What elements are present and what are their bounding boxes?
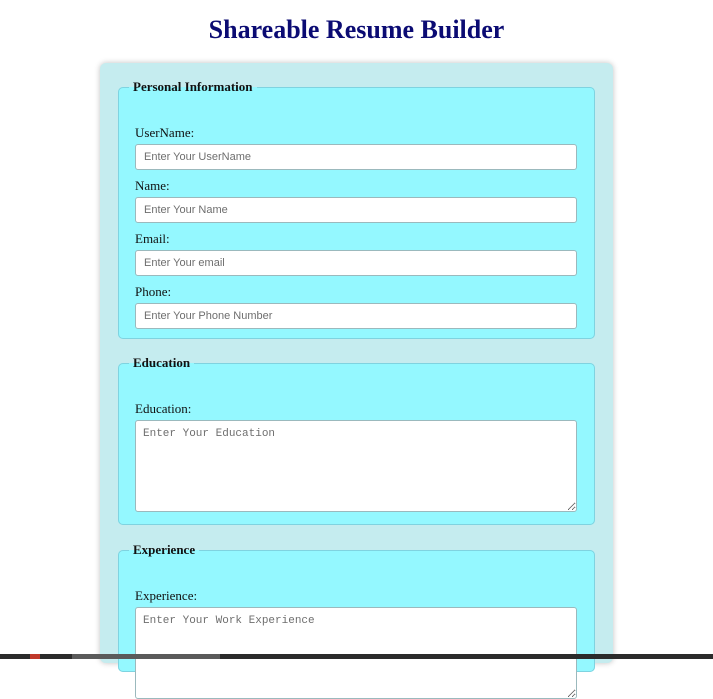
phone-label: Phone: [135,284,172,299]
experience-textarea[interactable] [135,607,577,699]
education-legend: Education [133,355,191,370]
taskbar-start-marker [30,654,40,659]
personal-information-legend: Personal Information [133,79,253,94]
education-textarea[interactable] [135,420,577,512]
email-input[interactable] [135,250,577,276]
experience-section: Experience Experience: [118,542,595,699]
experience-label: Experience: [135,588,198,603]
username-label: UserName: [135,125,195,140]
resume-form-card: Personal Information UserName: Name: Ema… [100,63,613,699]
taskbar [0,654,713,659]
experience-legend: Experience [133,542,196,557]
education-section: Education Education: [118,355,595,525]
phone-input[interactable] [135,303,577,329]
username-input[interactable] [135,144,577,170]
personal-information-section: Personal Information UserName: Name: Ema… [118,79,595,339]
name-input[interactable] [135,197,577,223]
page-title: Shareable Resume Builder [208,15,505,44]
taskbar-scroll-thumb[interactable] [72,654,220,659]
education-label: Education: [135,401,192,416]
email-label: Email: [135,231,170,246]
name-label: Name: [135,178,170,193]
